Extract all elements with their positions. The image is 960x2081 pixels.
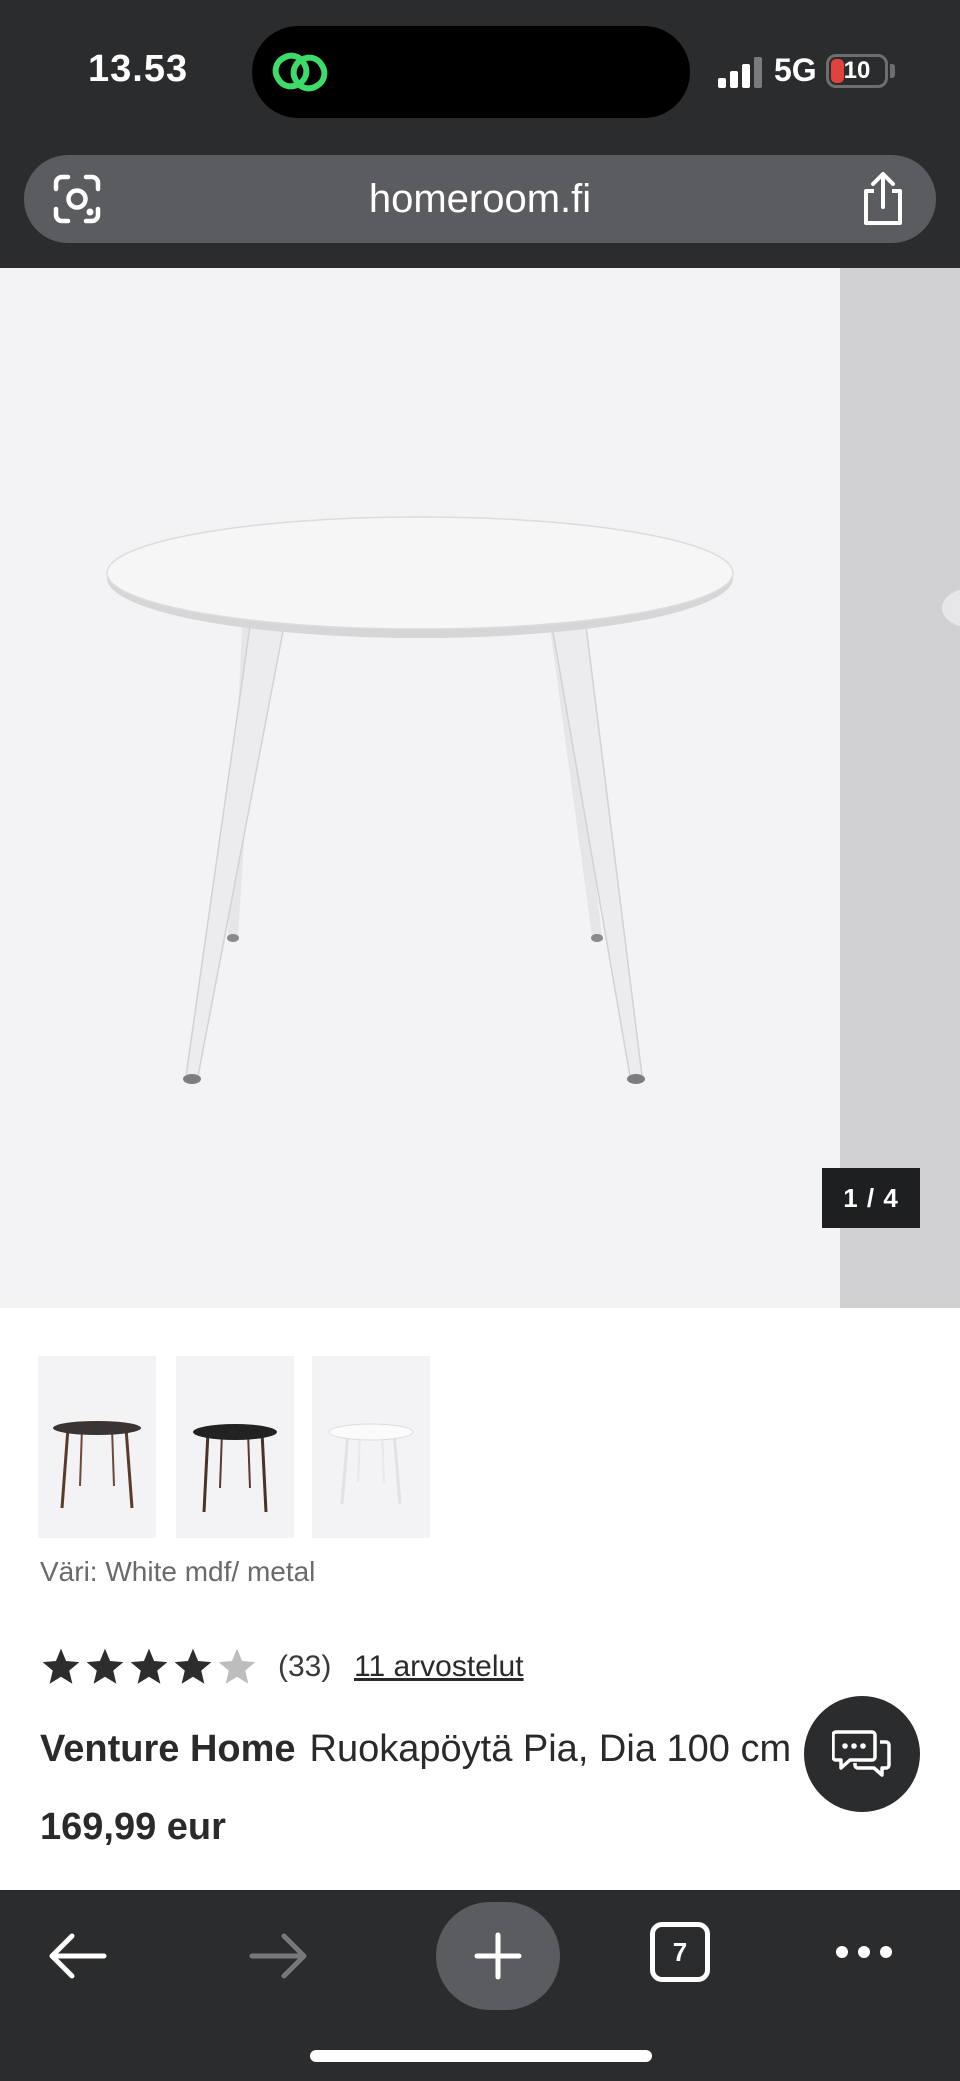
new-tab-button[interactable] — [436, 1902, 560, 2010]
status-bar: 13.53 5G 10 — [0, 0, 960, 140]
plus-icon — [474, 1932, 522, 1980]
product-image-table[interactable] — [0, 268, 840, 1308]
black-table-thumbnail — [193, 1424, 277, 1513]
more-dots-icon[interactable] — [834, 1940, 894, 1964]
color-variant-label: Väri: White mdf/ metal — [40, 1556, 316, 1587]
network-type: 5G — [774, 52, 817, 88]
browser-toolbar: 7 — [0, 1890, 960, 2081]
forward-arrow-icon[interactable] — [248, 1930, 310, 1982]
dynamic-island — [252, 26, 690, 118]
url-text[interactable]: homeroom.fi — [24, 155, 936, 243]
product-image-gallery[interactable]: 1 / 4 — [0, 268, 960, 1308]
tab-switcher-button[interactable]: 7 — [650, 1922, 710, 1982]
status-time: 13.53 — [88, 48, 189, 90]
thumbnail-white-table[interactable] — [312, 1356, 430, 1538]
rating-count: (33) — [278, 1650, 332, 1683]
browser-address-bar: homeroom.fi — [0, 140, 960, 268]
url-field[interactable]: homeroom.fi — [24, 155, 936, 243]
thumbnail-black-table[interactable] — [176, 1356, 294, 1538]
battery-percent: 10 — [843, 57, 871, 84]
battery-nub — [890, 64, 895, 78]
chat-button[interactable] — [804, 1696, 920, 1812]
google-lens-icon[interactable] — [50, 173, 104, 225]
white-table-thumbnail — [328, 1423, 414, 1505]
dark-table-thumbnail — [53, 1421, 141, 1509]
product-title: Venture Home Ruokapöytä Pia, Dia 100 cm — [40, 1728, 791, 1771]
battery-icon: 10 — [826, 54, 888, 88]
back-arrow-icon[interactable] — [46, 1930, 108, 1982]
image-counter: 1 / 4 — [822, 1168, 920, 1228]
product-brand[interactable]: Venture Home — [40, 1728, 296, 1770]
star-filled-icon — [42, 1648, 80, 1684]
home-indicator[interactable] — [310, 2050, 652, 2062]
link-chain-icon — [272, 52, 328, 92]
next-slide-preview[interactable] — [840, 268, 960, 1308]
reviews-link[interactable]: 11 arvostelut — [354, 1650, 524, 1684]
thumbnail-dark-table[interactable] — [38, 1356, 156, 1538]
star-empty-icon — [218, 1648, 256, 1684]
rating-stars — [40, 1646, 260, 1692]
star-filled-icon — [130, 1648, 168, 1684]
product-price: 169,99 eur — [40, 1806, 226, 1848]
star-filled-icon — [86, 1648, 124, 1684]
share-icon[interactable] — [858, 171, 908, 227]
cellular-signal-icon — [718, 56, 766, 88]
product-name: Ruokapöytä Pia, Dia 100 cm — [309, 1728, 792, 1770]
chat-bubbles-icon — [832, 1730, 891, 1777]
star-filled-icon — [174, 1648, 212, 1684]
